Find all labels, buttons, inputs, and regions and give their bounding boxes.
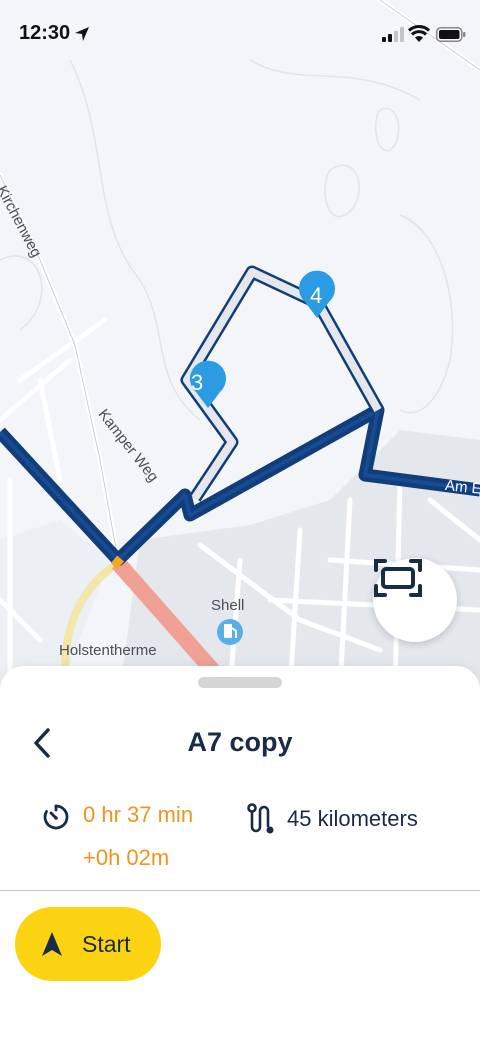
gas-station-icon[interactable] — [217, 619, 243, 645]
route-duration: 0 hr 37 min — [83, 802, 194, 827]
navigation-arrow-icon — [42, 932, 62, 956]
timer-icon — [43, 804, 69, 830]
route-delay: +0h 02m — [83, 845, 170, 870]
poi-label: Holstentherme — [59, 642, 157, 659]
battery-icon — [436, 27, 466, 42]
cellular-signal-icon — [382, 27, 404, 42]
status-time: 12:30 — [19, 22, 71, 44]
route-distance: 45 kilometers — [287, 806, 418, 831]
waypoint-number: 3 — [191, 370, 204, 395]
fit-route-button[interactable] — [373, 558, 457, 642]
start-button-label: Start — [82, 931, 131, 957]
sheet-drag-handle[interactable] — [198, 677, 282, 688]
status-bar: 12:30 — [0, 0, 480, 70]
waypoint-number: 4 — [310, 283, 323, 308]
route-distance-icon — [247, 803, 274, 834]
fit-route-icon — [374, 559, 422, 597]
poi-label: Shell — [211, 597, 245, 614]
location-arrow-icon — [75, 27, 89, 41]
start-button[interactable]: Start — [15, 907, 161, 981]
divider — [0, 890, 480, 891]
route-title: A7 copy — [187, 727, 293, 757]
wifi-icon — [408, 25, 430, 42]
map-view[interactable]: 3 4 Kirchenweg Kamper Weg Am E Shell Hol… — [0, 0, 480, 690]
route-details-sheet: A7 copy 0 hr 37 min +0h 02m 45 kilometer… — [0, 666, 480, 1040]
